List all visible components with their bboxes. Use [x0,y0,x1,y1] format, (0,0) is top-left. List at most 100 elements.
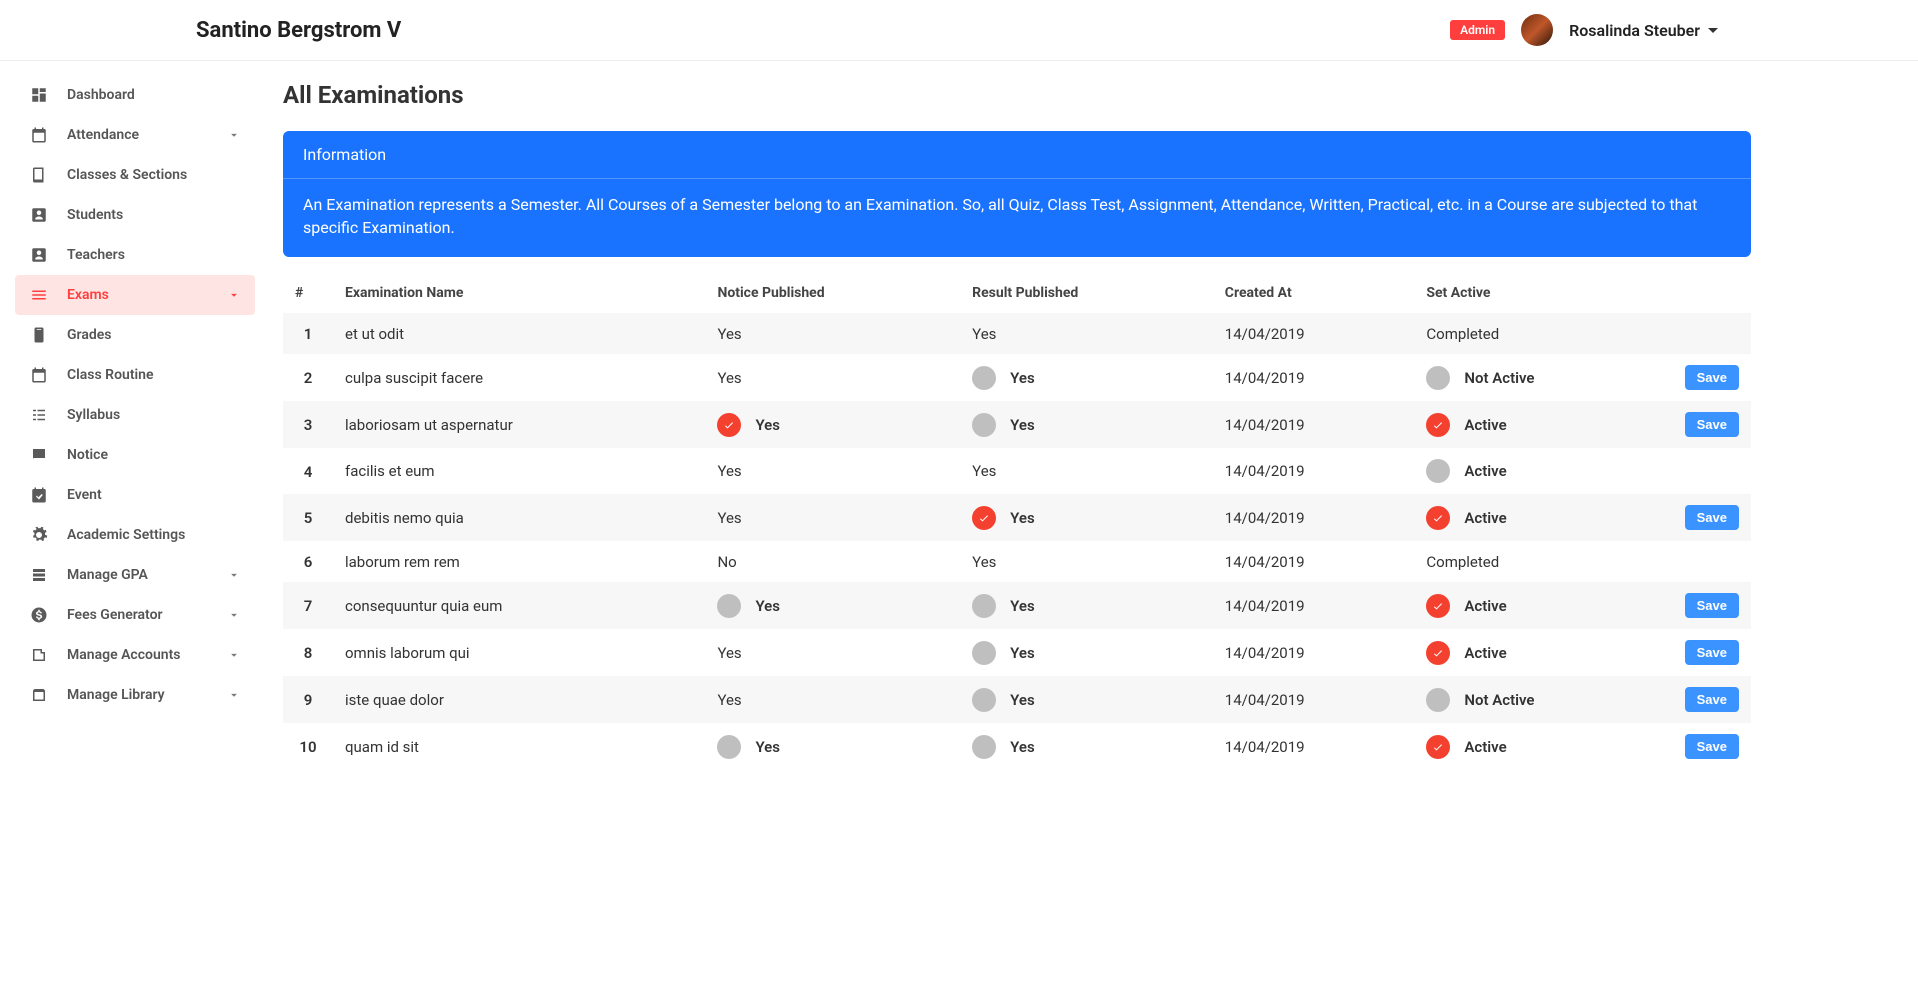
info-box-body: An Examination represents a Semester. Al… [283,179,1751,239]
active-text: Active [1464,416,1506,434]
active-cell: Not Active [1414,676,1671,723]
active-cell: Not Active [1414,354,1671,401]
event-icon [29,485,49,505]
exam-name: laborum rem rem [333,541,705,582]
notice-cell: Yes [705,354,960,401]
notice-cell: Yes [705,401,960,448]
page-title: All Examinations [283,81,1751,109]
result-text: Yes [1010,644,1035,662]
active-toggle[interactable] [1426,735,1450,759]
result-toggle[interactable] [972,413,996,437]
result-toggle[interactable] [972,641,996,665]
th-result: Result Published [960,273,1213,313]
result-text: Yes [972,325,996,343]
gear-icon [29,525,49,545]
result-toggle[interactable] [972,735,996,759]
active-text: Active [1464,597,1506,615]
active-cell: Active [1414,494,1671,541]
sidebar-item-label: Syllabus [67,407,120,423]
admin-badge: Admin [1450,20,1505,40]
result-toggle[interactable] [972,506,996,530]
sidebar-item-label: Class Routine [67,367,154,383]
active-toggle[interactable] [1426,594,1450,618]
avatar[interactable] [1521,14,1553,46]
chevron-down-icon [227,648,241,662]
exam-name: culpa suscipit facere [333,354,705,401]
notice-text: Yes [717,462,741,480]
sidebar-item-dashboard[interactable]: Dashboard [15,75,255,115]
action-cell [1671,541,1751,582]
sidebar-item-label: Manage GPA [67,567,148,583]
sidebar-item-notice[interactable]: Notice [15,435,255,475]
notice-toggle[interactable] [717,735,741,759]
active-cell: Completed [1414,541,1671,582]
sidebar-item-students[interactable]: Students [15,195,255,235]
sidebar-item-label: Fees Generator [67,607,163,623]
active-toggle[interactable] [1426,366,1450,390]
save-button[interactable]: Save [1685,365,1739,390]
sidebar-item-manage-gpa[interactable]: Manage GPA [15,555,255,595]
sidebar-item-classes-sections[interactable]: Classes & Sections [15,155,255,195]
chevron-down-icon [227,128,241,142]
notice-toggle[interactable] [717,413,741,437]
gpa-icon [29,565,49,585]
result-toggle[interactable] [972,688,996,712]
sidebar-item-grades[interactable]: Grades [15,315,255,355]
active-toggle[interactable] [1426,413,1450,437]
sidebar-item-fees-generator[interactable]: Fees Generator [15,595,255,635]
active-text: Not Active [1464,369,1534,387]
active-toggle[interactable] [1426,506,1450,530]
created-at: 14/04/2019 [1213,401,1415,448]
user-dropdown[interactable]: Rosalinda Steuber [1569,21,1718,40]
notice-cell: Yes [705,313,960,354]
exam-name: debitis nemo quia [333,494,705,541]
row-number: 4 [283,448,333,494]
sidebar-item-exams[interactable]: Exams [15,275,255,315]
sidebar-item-attendance[interactable]: Attendance [15,115,255,155]
row-number: 8 [283,629,333,676]
created-at: 14/04/2019 [1213,629,1415,676]
row-number: 2 [283,354,333,401]
save-button[interactable]: Save [1685,687,1739,712]
calendar-icon [29,365,49,385]
brand-title: Santino Bergstrom V [196,18,401,43]
result-text: Yes [1010,691,1035,709]
active-text: Active [1464,644,1506,662]
result-toggle[interactable] [972,594,996,618]
active-toggle[interactable] [1426,641,1450,665]
created-at: 14/04/2019 [1213,676,1415,723]
sidebar-item-academic-settings[interactable]: Academic Settings [15,515,255,555]
active-cell: Active [1414,401,1671,448]
result-cell: Yes [960,494,1213,541]
result-toggle[interactable] [972,366,996,390]
sidebar-item-manage-library[interactable]: Manage Library [15,675,255,715]
dashboard-icon [29,85,49,105]
sidebar-item-class-routine[interactable]: Class Routine [15,355,255,395]
save-button[interactable]: Save [1685,412,1739,437]
active-toggle[interactable] [1426,688,1450,712]
active-text: Completed [1426,325,1499,343]
notice-text: Yes [755,597,780,615]
save-button[interactable]: Save [1685,593,1739,618]
sidebar-item-event[interactable]: Event [15,475,255,515]
info-box-title: Information [283,131,1751,179]
th-name: Examination Name [333,273,705,313]
notice-toggle[interactable] [717,594,741,618]
save-button[interactable]: Save [1685,505,1739,530]
clipboard-icon [29,325,49,345]
sidebar-item-label: Event [67,487,102,503]
created-at: 14/04/2019 [1213,448,1415,494]
th-action [1671,273,1751,313]
save-button[interactable]: Save [1685,640,1739,665]
sidebar-item-teachers[interactable]: Teachers [15,235,255,275]
result-text: Yes [1010,416,1035,434]
sidebar-item-syllabus[interactable]: Syllabus [15,395,255,435]
sidebar-item-label: Students [67,207,123,223]
action-cell [1671,313,1751,354]
sidebar-item-manage-accounts[interactable]: Manage Accounts [15,635,255,675]
row-number: 7 [283,582,333,629]
active-toggle[interactable] [1426,459,1450,483]
save-button[interactable]: Save [1685,734,1739,759]
notice-icon [29,445,49,465]
sidebar-item-label: Manage Library [67,687,165,703]
